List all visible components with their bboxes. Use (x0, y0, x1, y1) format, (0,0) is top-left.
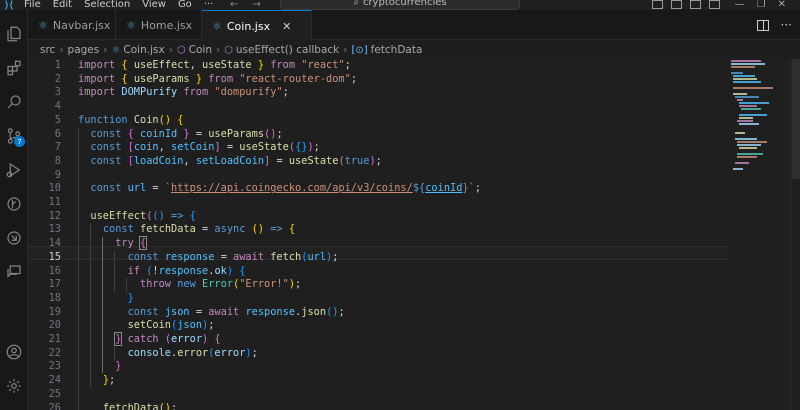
arrow-left-icon[interactable]: ← (230, 0, 238, 10)
chat-icon[interactable] (0, 256, 28, 288)
chevron-right-icon: › (215, 44, 221, 56)
close-tab-icon[interactable]: ✕ (282, 20, 291, 33)
code-line[interactable]: 23 } (28, 360, 728, 374)
more-actions-icon[interactable]: ··· (781, 18, 792, 32)
tab-coin[interactable]: ⚛ Coin.jsx ✕ (202, 10, 312, 41)
vscode-logo-icon: ⟩⟨ (4, 0, 14, 11)
menu-selection[interactable]: Selection (78, 0, 136, 10)
explorer-icon[interactable] (0, 18, 28, 50)
settings-gear-icon[interactable] (0, 370, 28, 402)
menu-view[interactable]: View (136, 0, 172, 10)
code-line[interactable]: 19 const json = await response.json(); (28, 306, 728, 320)
code-line[interactable]: 7 const [coin, setCoin] = useState({}); (28, 141, 728, 155)
arrow-right-icon[interactable]: → (252, 0, 260, 10)
function-symbol-icon: ⬡ (176, 44, 186, 56)
chevron-right-icon: › (103, 44, 108, 56)
title-bar: ⟩⟨ File Edit Selection View Go ··· ← → ⌕… (0, 0, 800, 11)
code-line[interactable]: 12 useEffect(() => { (28, 210, 728, 224)
code-line[interactable]: 24 }; (28, 374, 728, 388)
code-line[interactable]: 26 fetchData(); (28, 402, 728, 410)
code-line[interactable]: 6 const { coinId } = useParams(); (28, 128, 728, 142)
variable-symbol-icon: [⊙] (351, 44, 368, 56)
account-icon[interactable] (0, 336, 28, 368)
code-line[interactable]: 14 try { (28, 236, 728, 251)
restore-icon[interactable]: ❐ (757, 0, 766, 10)
tab-label: Coin.jsx (226, 19, 271, 33)
code-line[interactable]: 25 (28, 388, 728, 402)
react-file-icon: ⚛ (38, 18, 48, 32)
breadcrumb-pages[interactable]: pages (68, 44, 100, 56)
search-label: cryptocurrencies (362, 0, 447, 8)
remote-explorer-icon[interactable] (0, 222, 28, 254)
minimize-icon[interactable]: — (735, 0, 745, 10)
split-editor-icon[interactable] (756, 19, 769, 31)
code-line[interactable]: 1 import { useEffect, useState } from "re… (28, 59, 728, 73)
code-line[interactable]: 15 const response = await fetch(url); (28, 251, 728, 265)
code-line[interactable]: 4 (28, 100, 728, 114)
search-icon: ⌕ (353, 0, 359, 8)
breadcrumb-src[interactable]: src (40, 44, 55, 56)
breadcrumb-coin[interactable]: ⬡ Coin (177, 44, 212, 56)
menu-go[interactable]: Go (172, 0, 198, 10)
chevron-right-icon: › (168, 44, 173, 56)
code-line[interactable]: 20 setCoin(json); (28, 319, 728, 333)
source-control-badge: 7 (14, 136, 25, 147)
scrollbar-thumb[interactable] (792, 59, 800, 179)
tab-navbar[interactable]: ⚛ Navbar.jsx (28, 10, 116, 40)
function-symbol-icon: ⬡ (224, 44, 233, 56)
source-control-icon[interactable]: 7 (0, 120, 28, 152)
breadcrumb-file[interactable]: ⚛ Coin.jsx (111, 44, 164, 56)
search-icon[interactable] (0, 86, 28, 118)
code-editor[interactable]: 1 import { useEffect, useState } from "re… (28, 59, 800, 410)
minimap[interactable] (728, 59, 790, 410)
code-line[interactable]: 17 throw new Error("Error!"); (28, 278, 728, 292)
code-line[interactable]: 2 import { useParams } from "react-router… (28, 73, 728, 87)
code-line[interactable]: 3 import DOMPurify from "dompurify"; (28, 86, 728, 100)
code-line[interactable]: 10 const url = `https://api.coingecko.co… (28, 182, 728, 196)
toggle-panel-icon[interactable] (671, 0, 682, 9)
code-line[interactable]: 13 const fetchData = async () => { (28, 223, 728, 237)
code-line[interactable]: 22 console.error(error); (28, 347, 728, 361)
tab-label: Navbar.jsx (52, 18, 111, 32)
run-debug-icon[interactable] (0, 154, 28, 186)
react-file-icon: ⚛ (111, 44, 121, 56)
react-file-icon: ⚛ (212, 19, 222, 33)
breadcrumb-fetchdata[interactable]: [⊙] fetchData (351, 44, 422, 56)
breadcrumb: src › pages › ⚛ Coin.jsx › ⬡ Coin › ⬡ useEf… (28, 41, 800, 59)
activity-bar: 7 (0, 10, 28, 410)
close-window-icon[interactable]: ✕ (778, 0, 786, 10)
code-line[interactable]: 5 function Coin() { (28, 114, 728, 128)
toggle-sidebar-icon[interactable] (652, 0, 663, 9)
toggle-secondary-sidebar-icon[interactable] (690, 0, 701, 9)
git-graph-icon[interactable] (0, 188, 28, 220)
code-line[interactable]: 11 (28, 196, 728, 210)
code-line[interactable]: 8 const [loadCoin, setLoadCoin] = useSta… (28, 155, 728, 169)
code-line[interactable]: 18 } (28, 292, 728, 306)
menu-file[interactable]: File (18, 0, 47, 10)
chevron-right-icon: › (343, 44, 348, 56)
code-line[interactable]: 21 } catch (error) { (28, 332, 728, 347)
extensions-icon[interactable] (0, 52, 28, 84)
customize-layout-icon[interactable] (709, 0, 720, 9)
breadcrumb-useeffect[interactable]: ⬡ useEffect() callback (224, 44, 339, 56)
menu-edit[interactable]: Edit (47, 0, 78, 10)
code-line[interactable]: 16 if (!response.ok) { (28, 265, 728, 279)
editor-tab-bar: ⚛ Navbar.jsx ⚛ Home.jsx ⚛ Coin.jsx ✕ ··· (28, 10, 800, 41)
tab-label: Home.jsx (140, 18, 193, 32)
command-center-search[interactable]: ⌕ cryptocurrencies (280, 0, 520, 10)
tab-home[interactable]: ⚛ Home.jsx (116, 10, 202, 40)
react-file-icon: ⚛ (126, 18, 136, 32)
menu-more[interactable]: ··· (198, 0, 220, 10)
vertical-scrollbar[interactable] (790, 59, 800, 410)
code-line[interactable]: 9 (28, 169, 728, 183)
chevron-right-icon: › (59, 44, 64, 56)
